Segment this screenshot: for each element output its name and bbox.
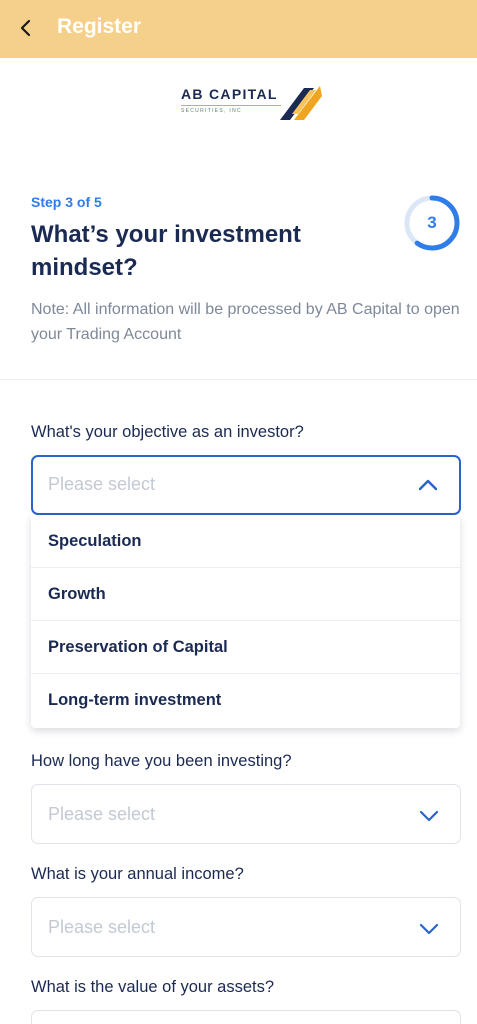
logo-mark-icon [280, 86, 322, 120]
chevron-down-icon[interactable] [418, 805, 440, 827]
header-title: Register [57, 15, 142, 38]
investing-duration-select[interactable]: Please select [31, 784, 461, 844]
objective-dropdown-menu: Speculation Growth Preservation of Capit… [31, 515, 460, 728]
progress-step-number: 3 [427, 213, 437, 232]
question-investing-duration-label: How long have you been investing? [31, 752, 292, 770]
chevron-left-icon [20, 19, 31, 37]
option-preservation-of-capital[interactable]: Preservation of Capital [31, 621, 460, 674]
info-note: Note: All information will be processed … [31, 301, 460, 343]
app-header: Register [0, 0, 477, 58]
section-divider [0, 379, 477, 380]
chevron-down-icon[interactable] [418, 918, 440, 940]
annual-income-select[interactable]: Please select [31, 897, 461, 957]
annual-income-placeholder: Please select [48, 917, 156, 937]
step-label: Step 3 of 5 [31, 194, 102, 210]
logo-divider [181, 105, 281, 106]
option-growth[interactable]: Growth [31, 568, 460, 621]
page-title: What’s your investment mindset? [31, 221, 301, 281]
back-button[interactable] [10, 12, 42, 44]
investing-duration-placeholder: Please select [48, 804, 156, 824]
chevron-up-icon[interactable] [417, 474, 439, 496]
objective-select-placeholder: Please select [48, 474, 156, 494]
option-long-term-investment[interactable]: Long-term investment [31, 674, 460, 727]
logo-name: AB CAPITAL [181, 86, 278, 102]
ab-capital-logo: AB CAPITAL SECURITIES, INC [178, 80, 328, 124]
question-objective-label: What's your objective as an investor? [31, 423, 304, 441]
option-speculation[interactable]: Speculation [31, 515, 460, 568]
objective-select[interactable]: Please select [31, 455, 461, 515]
step-progress-ring: 3 [402, 193, 462, 253]
logo-subtitle: SECURITIES, INC [181, 108, 242, 114]
assets-value-select[interactable] [31, 1010, 461, 1024]
question-assets-value-label: What is the value of your assets? [31, 978, 275, 996]
question-annual-income-label: What is your annual income? [31, 865, 244, 883]
